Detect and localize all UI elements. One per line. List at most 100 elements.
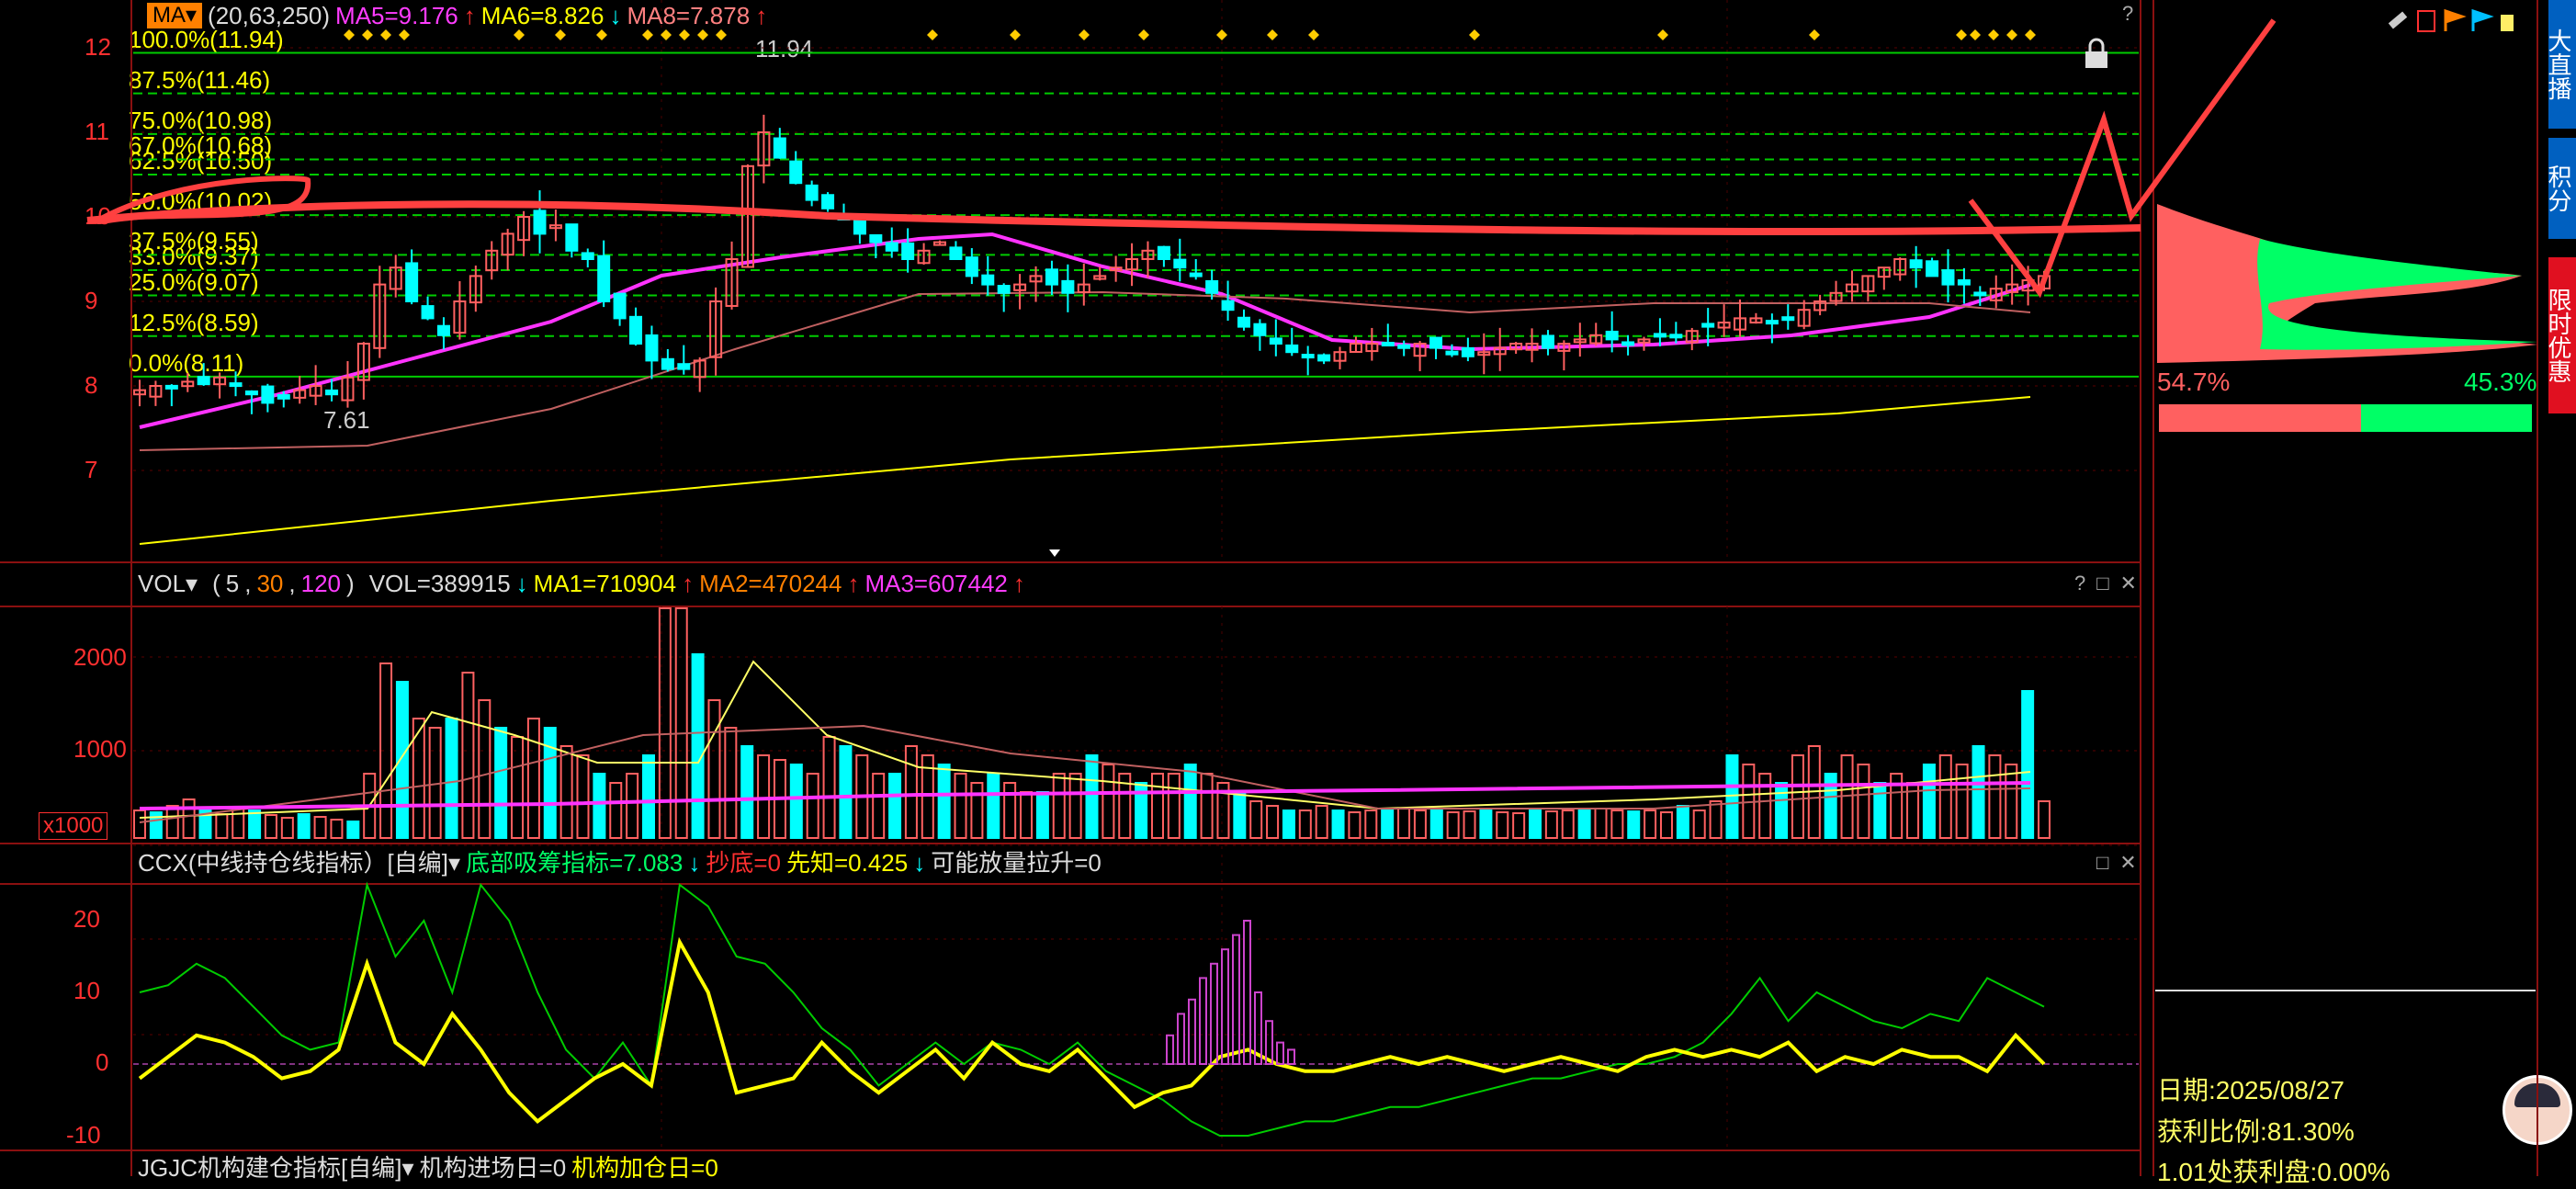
ccx-purple-bar (1166, 1034, 1174, 1066)
volume-bar (987, 773, 1000, 839)
candle-body (965, 256, 978, 277)
flag-icon-1[interactable] (2417, 10, 2435, 32)
volume-bar (1644, 810, 1657, 839)
volume-bar (1791, 754, 1804, 839)
volume-bar (1955, 764, 1969, 839)
volume-bar (1348, 811, 1361, 839)
volume-bar (1102, 764, 1115, 839)
volume-bar (1496, 811, 1509, 839)
candle-body (1189, 272, 1203, 277)
candle-body (1781, 316, 1795, 322)
copy-icon[interactable] (2501, 15, 2514, 31)
candle-body (645, 334, 659, 362)
candle-body (421, 305, 435, 320)
chart-canvas[interactable] (0, 0, 2576, 1176)
lock-icon[interactable] (2085, 38, 2107, 68)
volume-bar (757, 754, 771, 839)
volume-bar (1479, 810, 1493, 839)
volume-bar (1610, 810, 1624, 839)
volume-bar (1758, 773, 1772, 839)
volume-bar (313, 816, 327, 839)
candle-body (533, 209, 547, 235)
signal-diamonds (344, 29, 2036, 40)
candle-body (1237, 316, 1250, 328)
volume-bar (1167, 773, 1181, 839)
signal-diamond (642, 29, 653, 40)
volume-bar (888, 773, 902, 839)
volume-bar (165, 805, 179, 839)
volume-bar (1446, 811, 1460, 839)
candle-body (1701, 323, 1715, 328)
candle-body (436, 324, 450, 336)
signal-diamond (1956, 29, 1967, 40)
signal-diamond (1138, 29, 1149, 40)
volume-bar (707, 699, 721, 839)
volume-bar (641, 754, 655, 839)
candle-body (1317, 354, 1331, 362)
candle-body (1221, 300, 1235, 311)
ccx-purple-bar (1221, 948, 1229, 1065)
volume-bar (543, 727, 557, 839)
signal-diamond (514, 29, 525, 40)
candle-body (981, 274, 995, 286)
volume-bar (1594, 808, 1608, 839)
candle-body (1926, 260, 1939, 277)
crosshair-marker-icon (1049, 549, 1060, 557)
flag-icon-3[interactable] (2471, 8, 2494, 31)
volume-bar (1282, 810, 1295, 839)
volume-bar (1544, 810, 1558, 839)
volume-bar (526, 718, 540, 839)
volume-bar (806, 773, 819, 839)
candle-body (1957, 278, 1971, 286)
grid-lines (133, 0, 2139, 1150)
signal-diamond (1970, 29, 1981, 40)
volume-bar (593, 773, 606, 839)
volume-bar (1972, 745, 1985, 839)
volume-bar (1315, 805, 1328, 839)
annotation-resistance-line (86, 200, 2141, 236)
volume-bar (1873, 782, 1887, 839)
volume-bar (1938, 754, 1952, 839)
signal-diamond (661, 29, 672, 40)
candle-body (197, 376, 210, 386)
pen-icon[interactable] (2388, 11, 2408, 29)
signal-diamond (362, 29, 373, 40)
ccx-purple-bar (1177, 1013, 1185, 1066)
chip-distribution (2155, 204, 2537, 991)
volume-bar (330, 819, 344, 839)
signal-diamond (1469, 29, 1480, 40)
candle-body (885, 242, 898, 252)
ccx-purple-bar (1199, 977, 1207, 1066)
volume-bar (1922, 764, 1936, 839)
signal-diamond (1988, 29, 1999, 40)
volume-bar (789, 764, 803, 839)
candle-body (805, 184, 819, 201)
volume-bar (182, 798, 196, 839)
chip-red-bar (2159, 404, 2361, 432)
signal-diamond (1308, 29, 1319, 40)
candle-body (677, 363, 691, 370)
candle-body (1381, 342, 1395, 347)
volume-bar (1676, 805, 1689, 839)
volume-bar (133, 810, 146, 839)
signal-diamond (596, 29, 607, 40)
candle-body (229, 382, 243, 388)
candle-body (164, 384, 178, 390)
candle-body (821, 194, 835, 209)
volume-bar (1463, 810, 1476, 839)
volume-bar (1988, 754, 2002, 839)
chip-green-bar (2361, 404, 2532, 432)
signal-diamond (697, 29, 708, 40)
ma-magenta-line (139, 232, 2031, 429)
signal-diamond (399, 29, 410, 40)
candle-body (1301, 354, 1315, 359)
flag-icon-2[interactable] (2444, 8, 2467, 31)
signal-diamond (380, 29, 391, 40)
candle-body (1541, 334, 1554, 349)
volume-bar (609, 782, 623, 839)
candle-body (613, 292, 627, 320)
volume-bar (280, 817, 294, 839)
volume-bar (2005, 764, 2018, 839)
volume-bar (478, 699, 491, 839)
ccx-green-line (139, 881, 2045, 1137)
